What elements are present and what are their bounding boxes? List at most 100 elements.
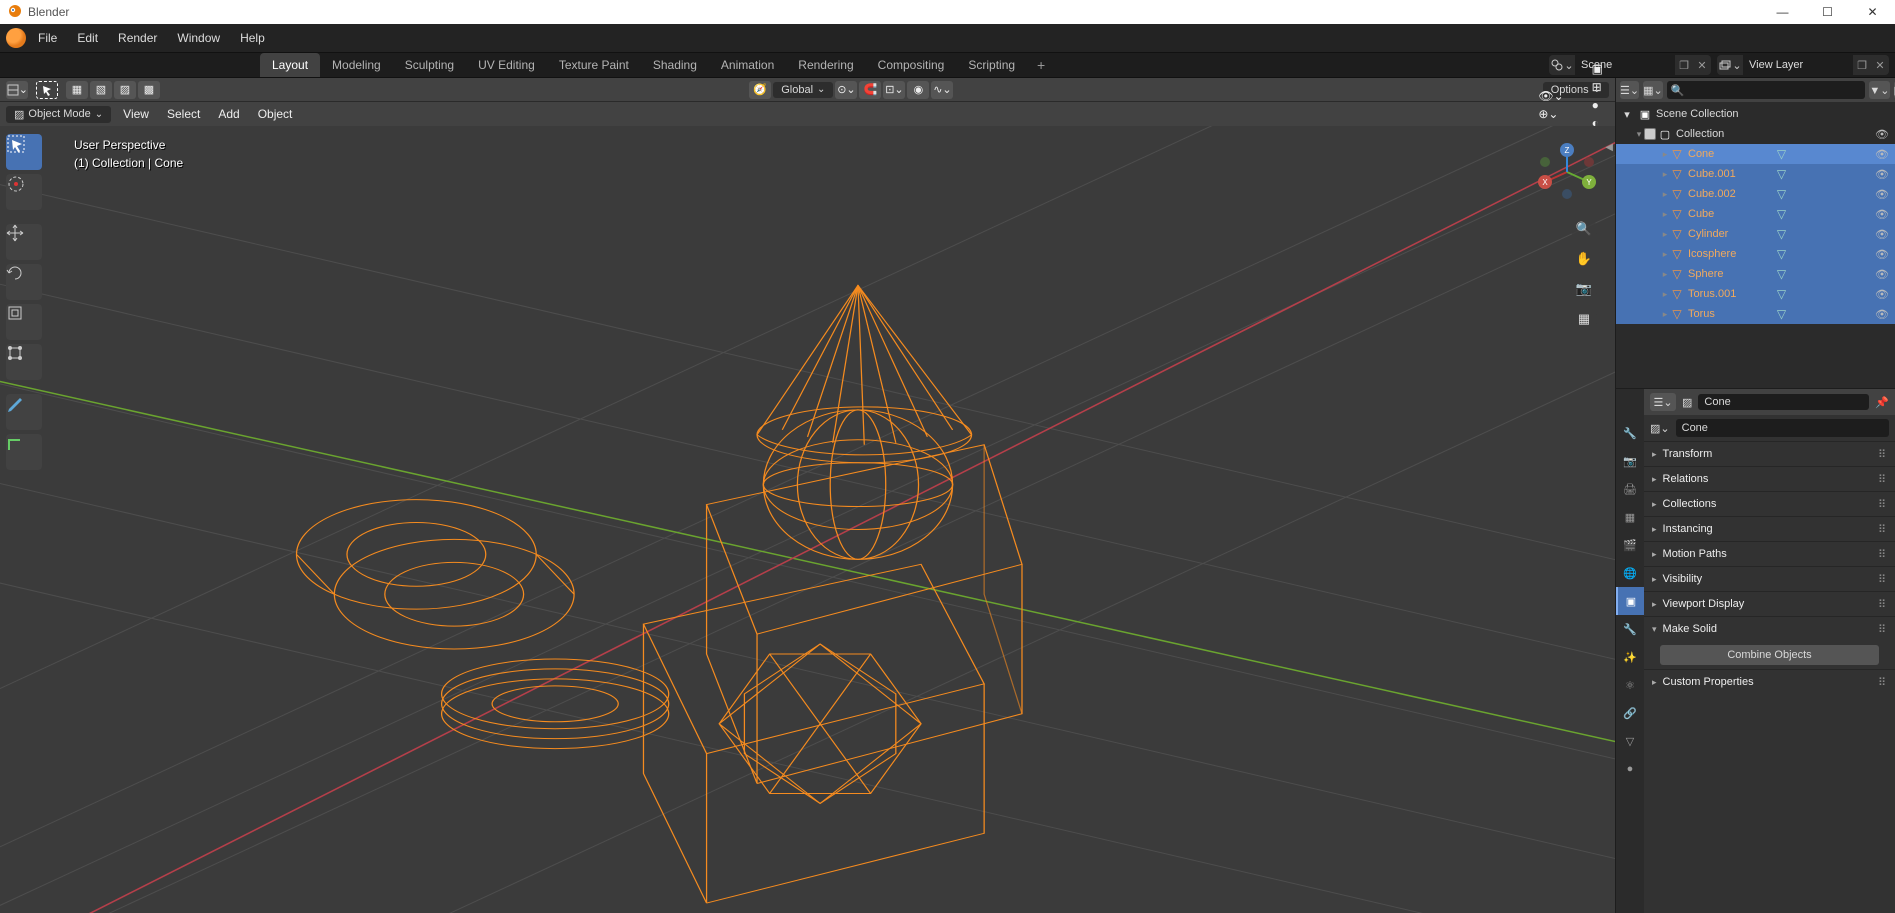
panel-header[interactable]: ▸Transform⠿ [1644, 442, 1895, 466]
drag-handle-icon[interactable]: ⠿ [1878, 548, 1887, 561]
tab-scripting[interactable]: Scripting [956, 53, 1027, 77]
visibility-toggle[interactable]: 👁 [1873, 188, 1891, 201]
props-tab-particles[interactable]: ✨ [1616, 643, 1644, 671]
3d-viewport-canvas[interactable]: User Perspective (1) Collection | Cone [0, 126, 1615, 913]
scene-delete-button[interactable]: ✕ [1693, 55, 1711, 75]
scene-selector[interactable]: ⌄ ❐ ✕ [1549, 55, 1711, 75]
shading-solid[interactable]: ● [1586, 96, 1609, 114]
tab-layout[interactable]: Layout [260, 53, 320, 77]
disclosure-icon[interactable]: ▸ [1652, 574, 1657, 585]
collapse-sidebar-icon[interactable]: ◀ [1605, 142, 1613, 153]
drag-handle-icon[interactable]: ⠿ [1878, 676, 1887, 689]
props-tab-material[interactable]: ● [1616, 755, 1644, 783]
outliner-scene-root[interactable]: ▾ ▣ Scene Collection [1616, 104, 1895, 124]
drag-handle-icon[interactable]: ⠿ [1878, 623, 1887, 636]
disclosure-icon[interactable]: ▸ [1660, 189, 1670, 200]
drag-handle-icon[interactable]: ⠿ [1878, 523, 1887, 536]
outliner-item-cone[interactable]: ▸▽Cone▽👁 [1616, 144, 1895, 164]
visibility-toggle[interactable]: 👁 [1873, 288, 1891, 301]
window-maximize-button[interactable]: ☐ [1805, 0, 1850, 24]
visibility-toggle[interactable]: 👁 [1873, 168, 1891, 181]
window-close-button[interactable]: ✕ [1850, 0, 1895, 24]
tool-scale[interactable] [6, 304, 42, 340]
visibility-toggle[interactable]: 👁 [1873, 208, 1891, 221]
gizmo-toggle[interactable]: ⊕⌄ [1532, 105, 1569, 123]
menu-file[interactable]: File [30, 27, 65, 49]
shading-wireframe[interactable]: ⊞ [1586, 78, 1609, 96]
viewlayer-new-button[interactable]: ❐ [1853, 55, 1871, 75]
disclosure-icon[interactable]: ▸ [1652, 449, 1657, 460]
drag-handle-icon[interactable]: ⠿ [1878, 473, 1887, 486]
tool-annotate[interactable] [6, 394, 42, 430]
blender-logo-icon[interactable] [6, 28, 26, 48]
disclosure-icon[interactable]: ▸ [1660, 289, 1670, 300]
scene-new-button[interactable]: ❐ [1675, 55, 1693, 75]
pan-button[interactable]: ✋ [1571, 246, 1597, 272]
tool-select-box[interactable] [6, 134, 42, 170]
props-tab-tool[interactable]: 🔧 [1616, 419, 1644, 447]
viewlayer-selector[interactable]: ⌄ ❐ ✕ [1717, 55, 1889, 75]
select-menu[interactable]: Select [161, 105, 206, 123]
window-minimize-button[interactable]: — [1760, 0, 1805, 24]
outliner-filter-button[interactable]: ▼⌄ [1869, 81, 1889, 99]
tool-transform[interactable] [6, 344, 42, 380]
disclosure-icon[interactable]: ▸ [1652, 549, 1657, 560]
outliner-item-icosphere[interactable]: ▸▽Icosphere▽👁 [1616, 244, 1895, 264]
tab-texture-paint[interactable]: Texture Paint [547, 53, 641, 77]
camera-view-button[interactable]: 📷 [1571, 276, 1597, 302]
visibility-dropdown[interactable]: 👁⌄ [1532, 87, 1569, 105]
disclosure-icon[interactable]: ▸ [1660, 229, 1670, 240]
disclosure-icon[interactable]: ▸ [1660, 269, 1670, 280]
snap-increment-icon[interactable]: ▧ [90, 81, 112, 99]
panel-header[interactable]: ▸Instancing⠿ [1644, 517, 1895, 541]
object-menu[interactable]: Object [252, 105, 299, 123]
visibility-toggle[interactable]: 👁 [1873, 268, 1891, 281]
navigation-gizmo[interactable]: X Y Z [1537, 142, 1597, 202]
props-tab-scene[interactable]: 🎬 [1616, 531, 1644, 559]
viewlayer-browse-icon[interactable]: ⌄ [1717, 55, 1743, 75]
disclosure-icon[interactable]: ▸ [1660, 149, 1670, 160]
snap-toggle-button[interactable]: 🧲 [859, 81, 881, 99]
view-menu[interactable]: View [117, 105, 155, 123]
panel-header[interactable]: ▸Custom Properties⠿ [1644, 670, 1895, 694]
menu-render[interactable]: Render [110, 27, 165, 49]
tool-rotate[interactable] [6, 264, 42, 300]
outliner-item-torus[interactable]: ▸▽Torus▽👁 [1616, 304, 1895, 324]
menu-window[interactable]: Window [169, 27, 228, 49]
outliner-display-mode[interactable]: ☰⌄ [1620, 81, 1639, 99]
props-tab-viewlayer[interactable]: ▦ [1616, 503, 1644, 531]
props-tab-modifier[interactable]: 🔧 [1616, 615, 1644, 643]
tab-animation[interactable]: Animation [709, 53, 786, 77]
props-tab-data[interactable]: ▽ [1616, 727, 1644, 755]
drag-handle-icon[interactable]: ⠿ [1878, 573, 1887, 586]
disclosure-icon[interactable]: ▸ [1652, 474, 1657, 485]
disclosure-icon[interactable]: ▸ [1660, 169, 1670, 180]
outliner-search[interactable]: 🔍 [1667, 81, 1866, 99]
tab-modeling[interactable]: Modeling [320, 53, 393, 77]
panel-header[interactable]: ▸Viewport Display⠿ [1644, 592, 1895, 616]
props-tab-world[interactable]: 🌐 [1616, 559, 1644, 587]
cursor-tool-icon[interactable]: ▦ [66, 81, 88, 99]
tab-shading[interactable]: Shading [641, 53, 709, 77]
menu-edit[interactable]: Edit [69, 27, 106, 49]
tab-rendering[interactable]: Rendering [786, 53, 865, 77]
xray-toggle[interactable]: ▣ [1586, 60, 1609, 78]
disclosure-icon[interactable]: ▸ [1660, 209, 1670, 220]
transform-orientation-dropdown[interactable]: Global [773, 82, 833, 98]
pivot-point-button[interactable]: ⊙⌄ [835, 81, 857, 99]
panel-header[interactable]: ▸Visibility⠿ [1644, 567, 1895, 591]
visibility-toggle[interactable]: 👁 [1873, 228, 1891, 241]
disclosure-icon[interactable]: ▸ [1652, 524, 1657, 535]
drag-handle-icon[interactable]: ⠿ [1878, 448, 1887, 461]
tool-move[interactable] [6, 224, 42, 260]
props-tab-render[interactable]: 📷 [1616, 447, 1644, 475]
editor-type-button[interactable]: ⌄ [6, 81, 28, 99]
tab-sculpting[interactable]: Sculpting [393, 53, 466, 77]
disclosure-icon[interactable]: ▸ [1652, 599, 1657, 610]
tab-uv-editing[interactable]: UV Editing [466, 53, 547, 77]
snap-vertex-icon[interactable]: ▨ [114, 81, 136, 99]
visibility-toggle[interactable]: 👁 [1873, 248, 1891, 261]
toggle-ortho-button[interactable]: ▦ [1571, 306, 1597, 332]
mode-selector[interactable]: ▨ Object Mode [6, 106, 111, 123]
object-name-input[interactable]: Cone [1676, 419, 1889, 437]
